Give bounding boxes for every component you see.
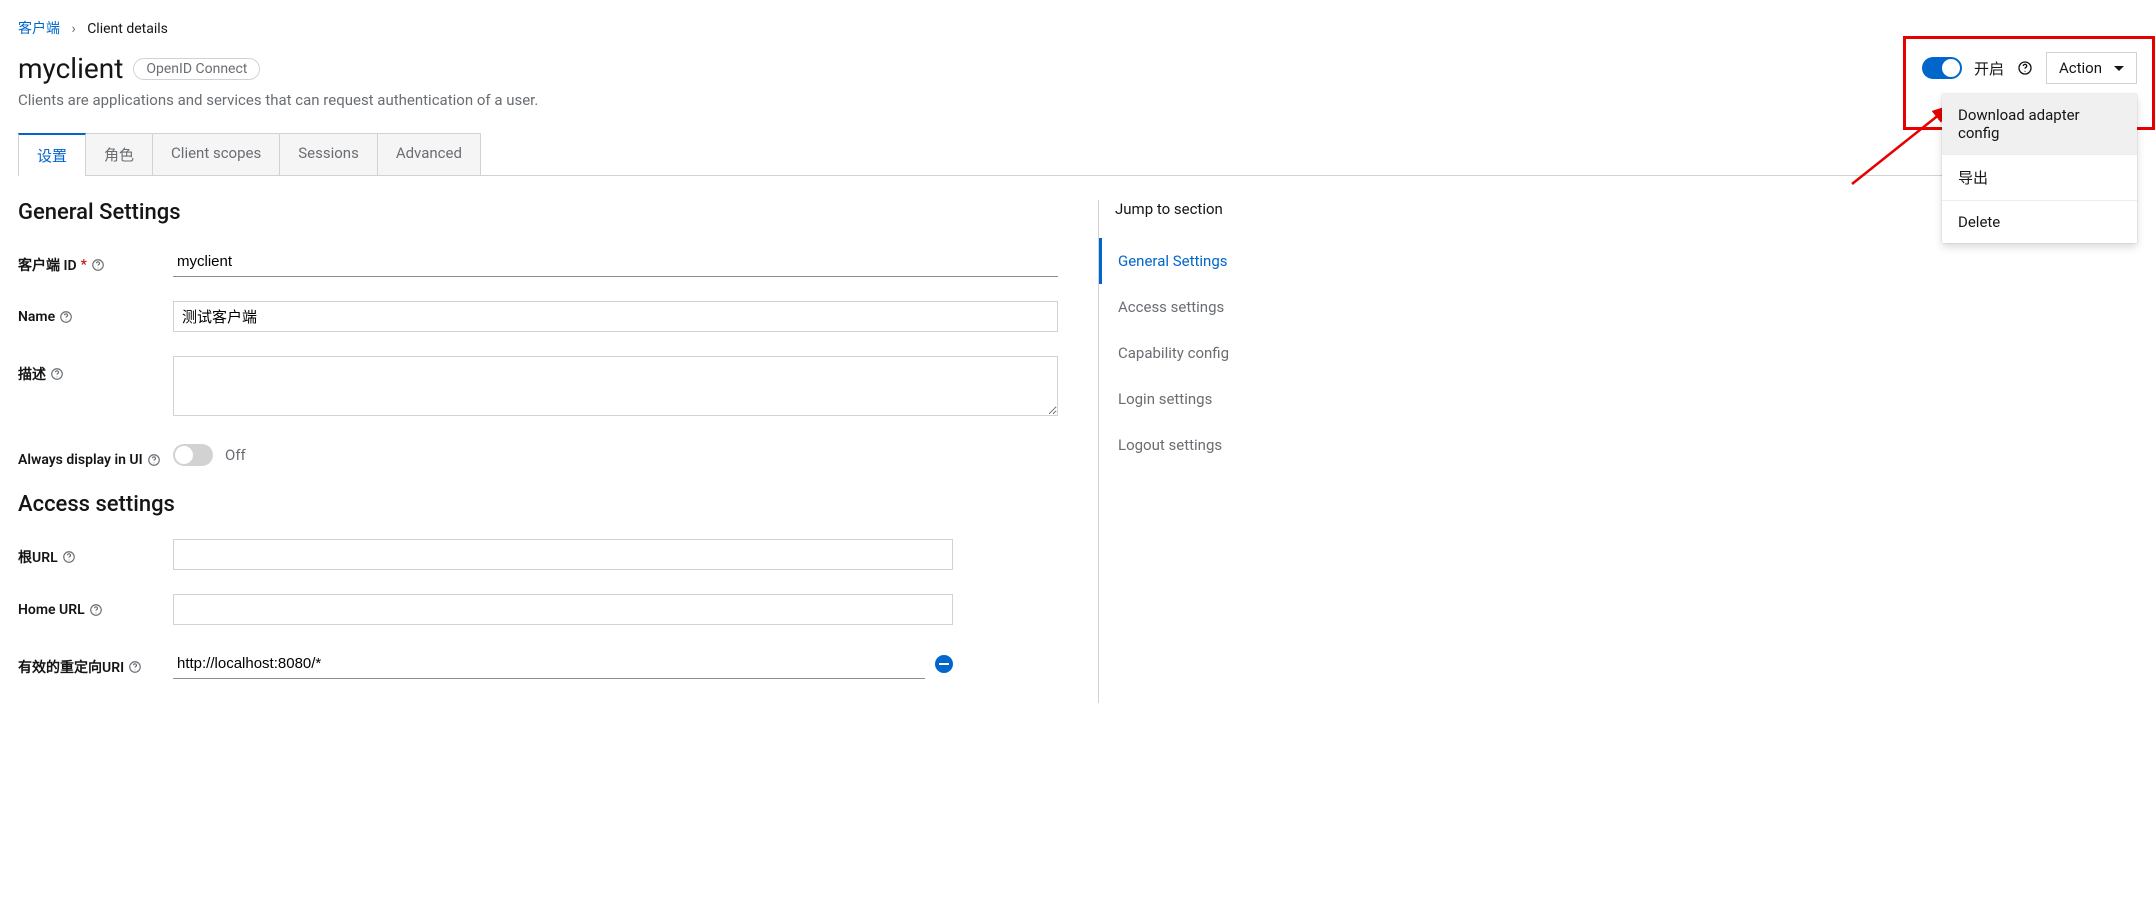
required-indicator: *: [81, 257, 87, 273]
page-header: myclient OpenID Connect Clients are appl…: [18, 52, 2137, 109]
sidenav-login[interactable]: Login settings: [1099, 376, 1278, 422]
tab-advanced[interactable]: Advanced: [378, 133, 481, 175]
sidenav-general[interactable]: General Settings: [1099, 238, 1278, 284]
label-home-url: Home URL: [18, 602, 85, 618]
enabled-toggle-label: 开启: [1974, 58, 2004, 79]
header-right: 开启 Action Download adapter config 导出 Del…: [1922, 52, 2137, 84]
help-icon[interactable]: [128, 659, 142, 675]
always-display-toggle-label: Off: [225, 446, 246, 464]
row-valid-redirect: 有效的重定向URI: [18, 649, 1058, 679]
label-root-url: 根URL: [18, 547, 58, 567]
help-icon[interactable]: [62, 549, 76, 565]
help-icon[interactable]: [59, 309, 73, 325]
row-home-url: Home URL: [18, 594, 1058, 625]
input-redirect-uri[interactable]: [173, 649, 925, 679]
input-description[interactable]: [173, 356, 1058, 416]
action-dropdown-button[interactable]: Action: [2046, 52, 2137, 84]
input-root-url[interactable]: [173, 539, 953, 570]
breadcrumb-root[interactable]: 客户端: [18, 21, 60, 37]
section-access-title: Access settings: [18, 492, 1058, 517]
sidenav-access[interactable]: Access settings: [1099, 284, 1278, 330]
input-home-url[interactable]: [173, 594, 953, 625]
section-general-title: General Settings: [18, 200, 1058, 225]
help-icon[interactable]: [50, 366, 64, 382]
action-dropdown-menu: Download adapter config 导出 Delete: [1942, 94, 2137, 243]
label-client-id: 客户端 ID: [18, 255, 77, 275]
protocol-pill: OpenID Connect: [133, 58, 260, 80]
label-description: 描述: [18, 364, 46, 384]
tab-sessions[interactable]: Sessions: [280, 133, 378, 175]
help-icon[interactable]: [2016, 59, 2034, 77]
help-icon[interactable]: [89, 602, 103, 618]
dropdown-export[interactable]: 导出: [1942, 155, 2137, 201]
sidenav-title: Jump to section: [1099, 200, 1278, 218]
form-column: General Settings 客户端 ID * Name: [18, 200, 1058, 703]
dropdown-delete[interactable]: Delete: [1942, 201, 2137, 243]
page-subtitle: Clients are applications and services th…: [18, 91, 538, 109]
tab-roles[interactable]: 角色: [86, 133, 153, 175]
breadcrumb-current: Client details: [87, 21, 168, 37]
input-client-id[interactable]: [173, 247, 1058, 277]
help-icon[interactable]: [91, 257, 105, 273]
sidenav-capability[interactable]: Capability config: [1099, 330, 1278, 376]
tab-settings[interactable]: 设置: [18, 133, 86, 176]
row-always-display: Always display in UI Off: [18, 444, 1058, 468]
label-valid-redirect: 有效的重定向URI: [18, 657, 124, 677]
row-client-id: 客户端 ID *: [18, 247, 1058, 277]
breadcrumb: 客户端 › Client details: [18, 18, 2137, 38]
always-display-toggle[interactable]: [173, 444, 213, 466]
jump-to-section: Jump to section General Settings Access …: [1098, 200, 1278, 703]
page-title: myclient: [18, 52, 123, 85]
chevron-down-icon: [2114, 66, 2124, 71]
label-always-display: Always display in UI: [18, 452, 143, 468]
dropdown-download-adapter[interactable]: Download adapter config: [1942, 94, 2137, 155]
input-name[interactable]: [173, 301, 1058, 332]
sidenav-logout[interactable]: Logout settings: [1099, 422, 1278, 468]
row-root-url: 根URL: [18, 539, 1058, 570]
remove-redirect-button[interactable]: [935, 655, 953, 673]
action-label: Action: [2059, 59, 2102, 77]
row-description: 描述: [18, 356, 1058, 420]
breadcrumb-sep: ›: [71, 21, 75, 37]
row-name: Name: [18, 301, 1058, 332]
tabs: 设置 角色 Client scopes Sessions Advanced: [18, 133, 2137, 176]
label-name: Name: [18, 309, 55, 325]
enabled-toggle[interactable]: [1922, 57, 1962, 79]
tab-client-scopes[interactable]: Client scopes: [153, 133, 280, 175]
help-icon[interactable]: [147, 452, 161, 468]
